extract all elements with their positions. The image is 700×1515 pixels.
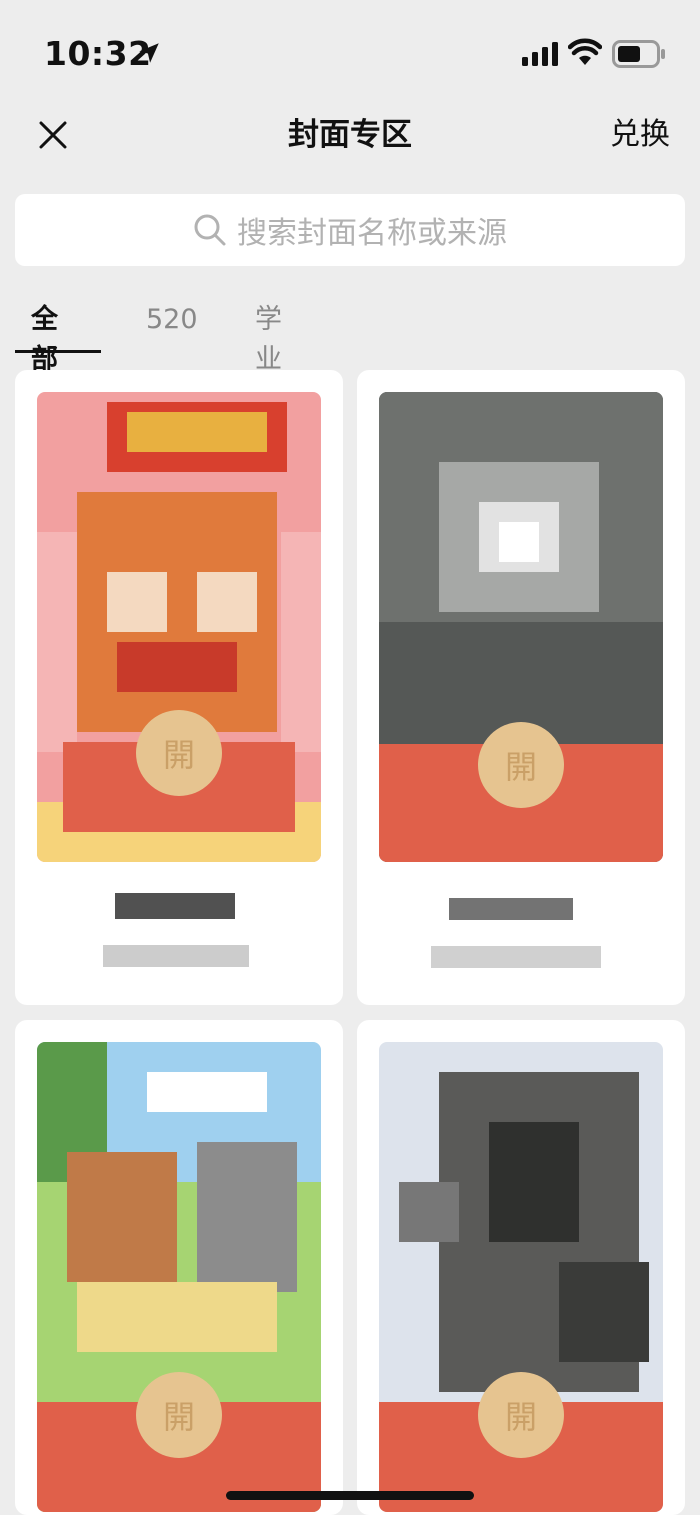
- cover-image: 開: [379, 1042, 663, 1512]
- cover-card[interactable]: 開: [15, 1020, 343, 1515]
- tab-study[interactable]: 学业: [255, 300, 282, 380]
- search-placeholder: 搜索封面名称或来源: [237, 216, 507, 251]
- status-bar: 10:32: [0, 0, 700, 100]
- cover-image: 開: [379, 392, 663, 862]
- open-seal: 開: [136, 710, 222, 796]
- location-arrow-icon: [139, 43, 159, 63]
- cover-card[interactable]: 開: [357, 370, 685, 1005]
- search-input[interactable]: 搜索封面名称或来源: [15, 194, 685, 266]
- tab-520[interactable]: 520: [146, 300, 198, 340]
- battery-icon: [612, 40, 665, 68]
- wifi-icon: [568, 38, 602, 65]
- search-icon: [194, 214, 226, 246]
- exchange-button[interactable]: 兑换: [610, 112, 670, 158]
- open-seal: 開: [478, 722, 564, 808]
- cover-image: 開: [37, 392, 321, 862]
- cover-card[interactable]: 開: [357, 1020, 685, 1515]
- tab-all[interactable]: 全部: [31, 300, 58, 380]
- open-seal: 開: [478, 1372, 564, 1458]
- page-title: 封面专区: [288, 117, 412, 153]
- cellular-signal-icon: [522, 42, 558, 66]
- cover-image: 開: [37, 1042, 321, 1512]
- tab-active-indicator: [15, 350, 101, 353]
- cover-card[interactable]: 開: [15, 370, 343, 1005]
- home-indicator: [226, 1491, 474, 1500]
- open-seal: 開: [136, 1372, 222, 1458]
